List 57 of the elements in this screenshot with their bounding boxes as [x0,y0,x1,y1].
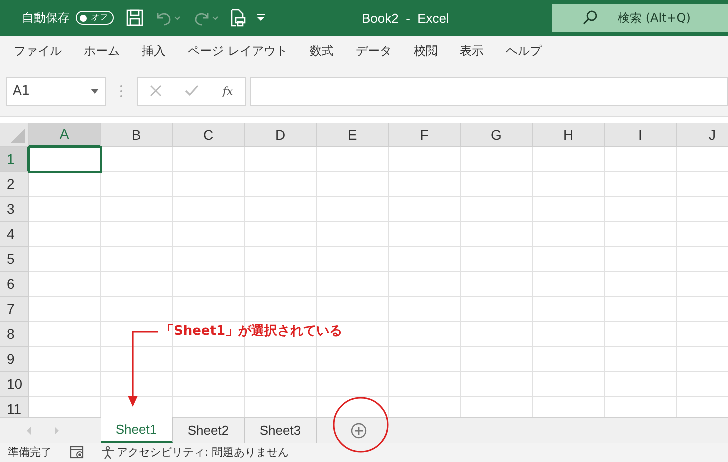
row-header[interactable]: 2 [0,172,29,197]
row-header[interactable]: 6 [0,272,29,297]
insert-function-button[interactable]: fx [222,84,234,98]
autosave-label: 自動保存 [22,10,70,26]
highlight-circle [333,397,389,453]
active-cell[interactable] [28,146,102,173]
sheet-tab[interactable]: Sheet1 [101,417,173,443]
ribbon-tab[interactable]: データ [356,42,392,60]
search-field[interactable]: 検索 (Alt+Q) [552,4,728,32]
accessibility-icon[interactable] [101,446,115,460]
ribbon-tab[interactable]: 校閲 [414,42,438,60]
ribbon-tab[interactable]: 表示 [460,42,484,60]
row-header[interactable]: 10 [0,372,29,397]
enter-icon[interactable] [185,85,200,97]
customize-caret-icon[interactable] [256,13,266,23]
row-header[interactable]: 1 [0,147,29,172]
autosave-toggle[interactable]: オフ [76,11,114,25]
status-text: 準備完了 [8,445,52,460]
ribbon-tab[interactable]: ヘルプ [506,42,542,60]
column-header[interactable]: D [245,123,317,147]
cancel-icon[interactable] [150,85,162,97]
column-header[interactable]: J [677,123,728,147]
column-header[interactable]: H [533,123,605,147]
ribbon-tab[interactable]: 数式 [310,42,334,60]
name-box[interactable]: A1 [6,76,106,106]
column-header[interactable]: E [317,123,389,147]
ribbon-tab[interactable]: ページ レイアウト [188,42,288,60]
row-header[interactable]: 7 [0,297,29,322]
scroll-left-icon[interactable] [26,426,32,434]
column-header[interactable]: A [29,123,101,147]
formula-input[interactable] [250,76,728,106]
accessibility-status[interactable]: アクセシビリティ: 問題ありません [117,445,290,460]
row-header[interactable]: 5 [0,247,29,272]
print-preview-icon[interactable] [230,9,246,27]
column-header[interactable]: B [101,123,173,147]
ribbon-tab[interactable]: ホーム [84,42,120,60]
scroll-right-icon[interactable] [54,426,60,434]
add-sheet-icon[interactable] [351,422,367,438]
annotation-text: 「Sheet1」が選択されている [161,323,343,340]
window-title: Book2 - Excel [362,10,450,26]
search-icon [582,10,598,26]
select-all-icon[interactable] [11,129,25,143]
row-header[interactable]: 9 [0,347,29,372]
ribbon-tab[interactable]: 挿入 [142,42,166,60]
row-header[interactable]: 3 [0,197,29,222]
column-header[interactable]: C [173,123,245,147]
ribbon-tab[interactable]: ファイル [14,42,62,60]
column-header[interactable]: I [605,123,677,147]
row-header[interactable]: 4 [0,222,29,247]
save-icon[interactable] [126,9,144,27]
row-header[interactable]: 8 [0,322,29,347]
macro-record-icon[interactable] [70,446,85,460]
dropdown-caret-icon [91,88,99,94]
column-header[interactable]: G [461,123,533,147]
drag-handle-icon [120,84,123,98]
column-header[interactable]: F [389,123,461,147]
row-header[interactable]: 11 [0,397,29,417]
